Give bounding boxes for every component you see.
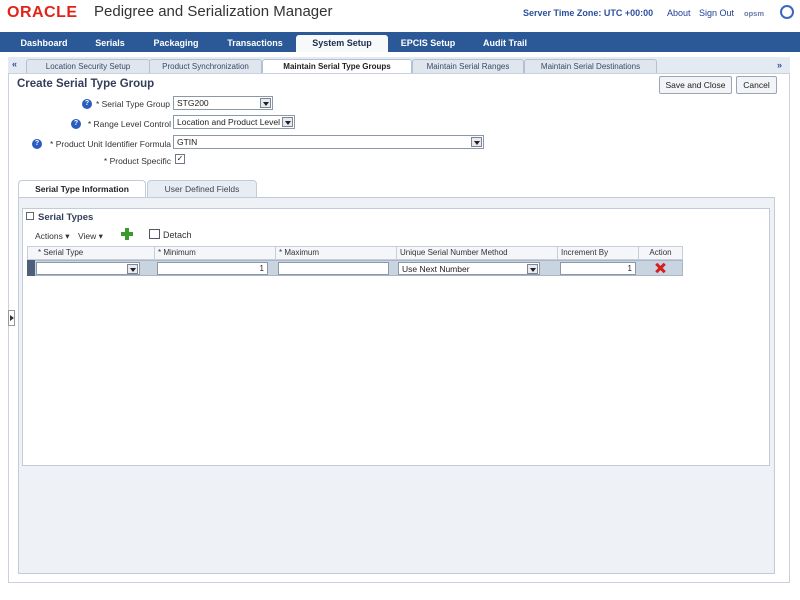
product-unit-identifier-select[interactable]: GTIN	[173, 135, 484, 149]
subtab-maintain-serial-destinations[interactable]: Maintain Serial Destinations	[524, 59, 657, 73]
col-action: Action	[639, 246, 683, 260]
save-and-close-button[interactable]: Save and Close	[659, 76, 732, 94]
chevron-down-icon	[527, 264, 538, 274]
server-time-label: Server Time Zone: UTC +00:00	[523, 8, 654, 18]
subtab-maintain-serial-ranges[interactable]: Maintain Serial Ranges	[412, 59, 524, 73]
scroll-left-icon[interactable]: «	[12, 59, 17, 69]
serial-type-group-select[interactable]: STG200	[173, 96, 273, 110]
minimum-input[interactable]: 1	[157, 262, 268, 275]
serial-type-group-value: STG200	[177, 98, 209, 108]
scroll-right-icon[interactable]: »	[777, 60, 782, 70]
detach-button[interactable]: Detach	[163, 230, 192, 240]
method-select[interactable]: Use Next Number	[398, 262, 540, 275]
tab-audit-trail[interactable]: Audit Trail	[468, 35, 542, 52]
view-menu[interactable]: View ▾	[78, 231, 103, 242]
tab-transactions[interactable]: Transactions	[214, 35, 296, 52]
method-value: Use Next Number	[402, 264, 470, 274]
tab-user-defined-fields[interactable]: User Defined Fields	[147, 180, 257, 197]
range-level-control-select[interactable]: Location and Product Level	[173, 115, 295, 129]
col-unique-serial-number-method[interactable]: Unique Serial Number Method	[397, 246, 558, 260]
help-icon[interactable]: ?	[71, 119, 81, 129]
subtab-maintain-serial-type-groups[interactable]: Maintain Serial Type Groups	[262, 59, 412, 73]
help-icon[interactable]: ?	[32, 139, 42, 149]
col-minimum[interactable]: * Minimum	[155, 246, 276, 260]
delete-icon[interactable]	[655, 263, 665, 273]
sign-out-link[interactable]: Sign Out	[699, 8, 734, 18]
detach-icon[interactable]	[149, 229, 160, 239]
actions-menu-label: Actions	[35, 231, 63, 241]
tab-system-setup[interactable]: System Setup	[296, 35, 388, 52]
subtab-product-synchronization[interactable]: Product Synchronization	[149, 59, 262, 73]
tab-serial-type-information[interactable]: Serial Type Information	[18, 180, 146, 197]
serial-type-select[interactable]	[36, 262, 140, 275]
chevron-down-icon	[471, 137, 482, 147]
range-level-control-value: Location and Product Level	[177, 117, 281, 127]
product-specific-checkbox[interactable]: ✓	[175, 154, 185, 164]
chevron-down-icon	[260, 98, 271, 108]
range-level-control-label: * Range Level Control	[87, 119, 171, 129]
serial-types-heading: Serial Types	[38, 212, 94, 223]
help-icon[interactable]: ?	[82, 99, 92, 109]
cancel-button[interactable]: Cancel	[736, 76, 777, 94]
mouse-cursor-icon	[792, 437, 798, 446]
status-indicator-icon	[780, 5, 794, 19]
col-serial-type[interactable]: * Serial Type	[35, 246, 155, 260]
col-increment-by[interactable]: Increment By	[558, 246, 639, 260]
tab-serials[interactable]: Serials	[82, 35, 138, 52]
actions-menu[interactable]: Actions ▾	[35, 231, 70, 242]
add-row-icon[interactable]	[121, 228, 133, 240]
col-maximum[interactable]: * Maximum	[276, 246, 397, 260]
maximum-input[interactable]	[278, 262, 389, 275]
row-selector[interactable]	[27, 260, 35, 276]
about-link[interactable]: About	[667, 8, 691, 18]
product-unit-identifier-label: * Product Unit Identifier Formula	[50, 139, 171, 149]
tab-dashboard[interactable]: Dashboard	[8, 35, 80, 52]
product-unit-identifier-value: GTIN	[177, 137, 198, 147]
increment-by-input[interactable]: 1	[560, 262, 636, 275]
oracle-logo: ORACLE	[7, 4, 78, 21]
page-title: Create Serial Type Group	[17, 78, 155, 90]
side-panel-expand-icon[interactable]	[8, 310, 15, 326]
chevron-down-icon	[282, 117, 293, 127]
chevron-down-icon	[127, 264, 138, 274]
product-specific-label: * Product Specific	[103, 156, 171, 166]
serial-type-group-label: * Serial Type Group	[95, 99, 170, 109]
subtab-location-security-setup[interactable]: Location Security Setup	[26, 59, 150, 73]
collapse-toggle-icon[interactable]	[26, 212, 34, 220]
tab-packaging[interactable]: Packaging	[140, 35, 212, 52]
app-title: Pedigree and Serialization Manager	[94, 3, 333, 20]
user-name: opsm	[744, 9, 765, 18]
view-menu-label: View	[78, 231, 97, 241]
tab-epcis-setup[interactable]: EPCIS Setup	[390, 35, 466, 52]
